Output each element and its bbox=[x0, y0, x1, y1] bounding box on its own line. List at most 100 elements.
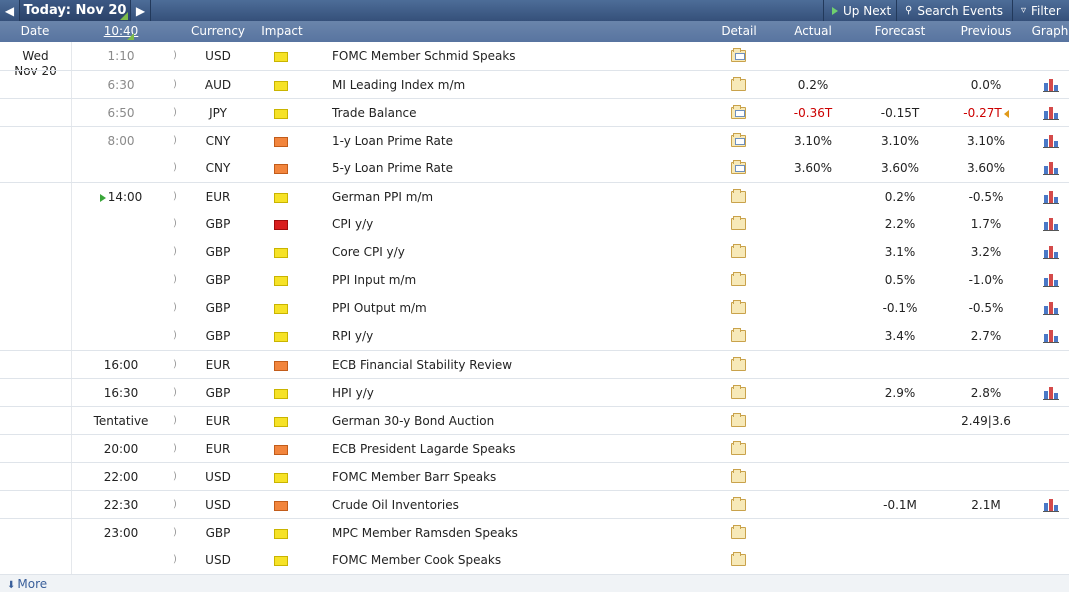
impact-high-icon[interactable] bbox=[274, 220, 288, 230]
folder-icon[interactable] bbox=[731, 441, 746, 455]
sound-icon[interactable]: ) bbox=[168, 294, 182, 322]
impact-low-icon[interactable] bbox=[274, 52, 288, 62]
sound-icon[interactable]: ) bbox=[168, 435, 182, 463]
bar-chart-icon[interactable] bbox=[1043, 498, 1059, 512]
event-row[interactable]: ) CNY 5-y Loan Prime Rate 3.60% 3.60% 3.60% bbox=[0, 154, 1069, 182]
event-row[interactable]: ) GBP PPI Output m/m -0.1% -0.5% bbox=[0, 294, 1069, 322]
sound-icon[interactable]: ) bbox=[168, 183, 182, 211]
impact-low-icon[interactable] bbox=[274, 81, 288, 91]
event-title[interactable]: MI Leading Index m/m bbox=[332, 71, 465, 99]
event-title[interactable]: PPI Input m/m bbox=[332, 266, 416, 294]
event-title[interactable]: ECB Financial Stability Review bbox=[332, 351, 512, 379]
impact-medium-icon[interactable] bbox=[274, 501, 288, 511]
bar-chart-icon[interactable] bbox=[1043, 190, 1059, 204]
more-link[interactable]: ⬇ More bbox=[7, 577, 47, 591]
event-title[interactable]: FOMC Member Schmid Speaks bbox=[332, 42, 516, 70]
folder-icon[interactable] bbox=[731, 469, 746, 483]
sound-icon[interactable]: ) bbox=[168, 407, 182, 435]
bar-chart-icon[interactable] bbox=[1043, 386, 1059, 400]
event-row[interactable]: ) GBP RPI y/y 3.4% 2.7% bbox=[0, 322, 1069, 350]
event-row[interactable]: 20:00) EUR ECB President Lagarde Speaks bbox=[0, 434, 1069, 462]
folder-icon[interactable] bbox=[731, 48, 746, 62]
sound-icon[interactable]: ) bbox=[168, 463, 182, 491]
event-title[interactable]: FOMC Member Cook Speaks bbox=[332, 546, 501, 574]
sound-icon[interactable]: ) bbox=[168, 266, 182, 294]
event-row[interactable]: ) GBP PPI Input m/m 0.5% -1.0% bbox=[0, 266, 1069, 294]
sound-icon[interactable]: ) bbox=[168, 351, 182, 379]
bar-chart-icon[interactable] bbox=[1043, 106, 1059, 120]
sound-icon[interactable]: ) bbox=[168, 322, 182, 350]
folder-icon[interactable] bbox=[731, 525, 746, 539]
folder-icon[interactable] bbox=[731, 413, 746, 427]
bar-chart-icon[interactable] bbox=[1043, 273, 1059, 287]
event-row[interactable]: 22:00) USD FOMC Member Barr Speaks bbox=[0, 462, 1069, 490]
event-title[interactable]: 5-y Loan Prime Rate bbox=[332, 154, 453, 182]
event-row[interactable]: ) GBP Core CPI y/y 3.1% 3.2% bbox=[0, 238, 1069, 266]
up-next-button[interactable]: Up Next bbox=[824, 0, 899, 21]
sound-icon[interactable]: ) bbox=[168, 210, 182, 238]
bar-chart-icon[interactable] bbox=[1043, 245, 1059, 259]
event-title[interactable]: Trade Balance bbox=[332, 99, 417, 127]
column-header-time[interactable]: 10:40 bbox=[80, 24, 162, 38]
impact-medium-icon[interactable] bbox=[274, 361, 288, 371]
folder-icon[interactable] bbox=[731, 105, 746, 119]
sound-icon[interactable]: ) bbox=[168, 491, 182, 519]
impact-low-icon[interactable] bbox=[274, 529, 288, 539]
impact-medium-icon[interactable] bbox=[274, 164, 288, 174]
folder-icon[interactable] bbox=[731, 357, 746, 371]
sound-icon[interactable]: ) bbox=[168, 238, 182, 266]
event-title[interactable]: MPC Member Ramsden Speaks bbox=[332, 519, 518, 547]
folder-icon[interactable] bbox=[731, 272, 746, 286]
event-title[interactable]: Crude Oil Inventories bbox=[332, 491, 459, 519]
bar-chart-icon[interactable] bbox=[1043, 217, 1059, 231]
folder-icon[interactable] bbox=[731, 552, 746, 566]
prev-day-button[interactable]: ◀ bbox=[0, 0, 19, 21]
event-title[interactable]: HPI y/y bbox=[332, 379, 374, 407]
impact-low-icon[interactable] bbox=[274, 304, 288, 314]
bar-chart-icon[interactable] bbox=[1043, 329, 1059, 343]
event-title[interactable]: CPI y/y bbox=[332, 210, 373, 238]
impact-low-icon[interactable] bbox=[274, 109, 288, 119]
event-title[interactable]: 1-y Loan Prime Rate bbox=[332, 127, 453, 155]
folder-icon[interactable] bbox=[731, 189, 746, 203]
impact-medium-icon[interactable] bbox=[274, 137, 288, 147]
event-row[interactable]: Tentative) EUR German 30-y Bond Auction 2.4… bbox=[0, 406, 1069, 434]
impact-low-icon[interactable] bbox=[274, 332, 288, 342]
event-row[interactable]: 6:30) AUD MI Leading Index m/m 0.2% 0.0% bbox=[0, 70, 1069, 98]
bar-chart-icon[interactable] bbox=[1043, 161, 1059, 175]
folder-icon[interactable] bbox=[731, 160, 746, 174]
event-row[interactable]: 1:10) USD FOMC Member Schmid Speaks bbox=[0, 42, 1069, 70]
today-button[interactable]: Today: Nov 20 bbox=[20, 0, 130, 21]
sound-icon[interactable]: ) bbox=[168, 71, 182, 99]
event-row[interactable]: 14:00) EUR German PPI m/m 0.2% -0.5% bbox=[0, 182, 1069, 210]
folder-icon[interactable] bbox=[731, 133, 746, 147]
sound-icon[interactable]: ) bbox=[168, 127, 182, 155]
search-events-button[interactable]: ⚲ Search Events bbox=[897, 0, 1011, 21]
event-title[interactable]: FOMC Member Barr Speaks bbox=[332, 463, 496, 491]
impact-low-icon[interactable] bbox=[274, 473, 288, 483]
folder-icon[interactable] bbox=[731, 300, 746, 314]
bar-chart-icon[interactable] bbox=[1043, 301, 1059, 315]
bar-chart-icon[interactable] bbox=[1043, 134, 1059, 148]
sound-icon[interactable]: ) bbox=[168, 99, 182, 127]
folder-icon[interactable] bbox=[731, 216, 746, 230]
next-day-button[interactable]: ▶ bbox=[131, 0, 150, 21]
filter-button[interactable]: ▿ Filter bbox=[1013, 0, 1069, 21]
impact-medium-icon[interactable] bbox=[274, 445, 288, 455]
bar-chart-icon[interactable] bbox=[1043, 78, 1059, 92]
folder-icon[interactable] bbox=[731, 497, 746, 511]
impact-low-icon[interactable] bbox=[274, 556, 288, 566]
sound-icon[interactable]: ) bbox=[168, 42, 182, 70]
event-row[interactable]: 8:00) CNY 1-y Loan Prime Rate 3.10% 3.10% 3.1… bbox=[0, 126, 1069, 154]
event-row[interactable]: 6:50) JPY Trade Balance -0.36T -0.15T -0.27T bbox=[0, 98, 1069, 126]
folder-icon[interactable] bbox=[731, 328, 746, 342]
event-title[interactable]: German PPI m/m bbox=[332, 183, 433, 211]
event-row[interactable]: ) GBP CPI y/y 2.2% 1.7% bbox=[0, 210, 1069, 238]
event-row[interactable]: ) USD FOMC Member Cook Speaks bbox=[0, 546, 1069, 574]
sound-icon[interactable]: ) bbox=[168, 519, 182, 547]
folder-icon[interactable] bbox=[731, 77, 746, 91]
event-row[interactable]: 23:00) GBP MPC Member Ramsden Speaks bbox=[0, 518, 1069, 546]
impact-low-icon[interactable] bbox=[274, 248, 288, 258]
event-row[interactable]: 16:00) EUR ECB Financial Stability Review bbox=[0, 350, 1069, 378]
event-title[interactable]: PPI Output m/m bbox=[332, 294, 427, 322]
